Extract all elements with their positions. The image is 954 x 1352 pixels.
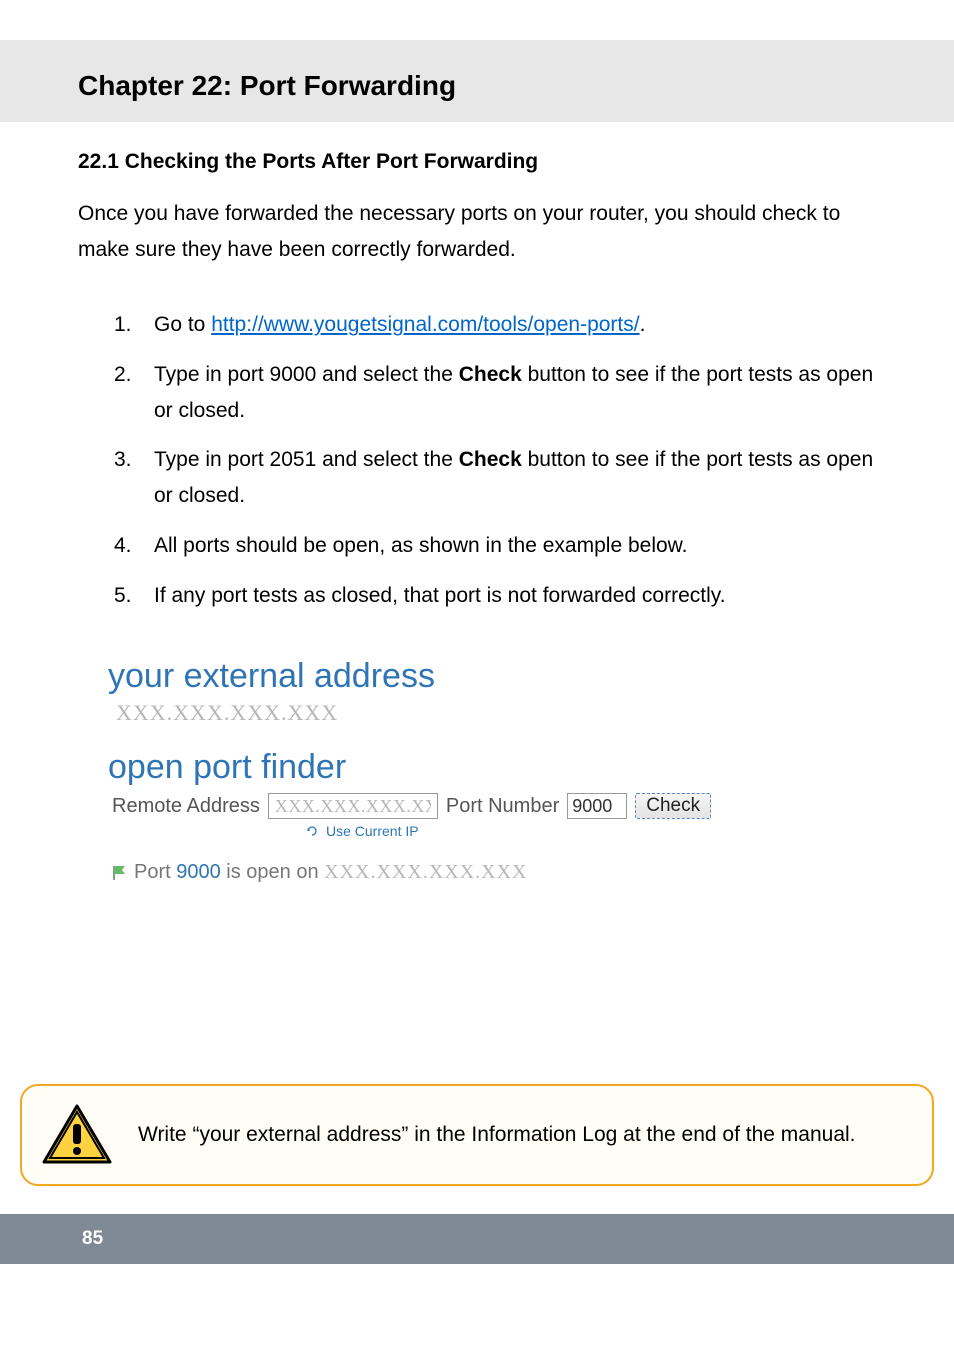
use-current-ip-label: Use Current IP <box>326 823 419 839</box>
warning-text: Write “your external address” in the Inf… <box>138 1117 856 1153</box>
port-checker-screenshot: your external address XXX.XXX.XXX.XXX op… <box>0 627 954 884</box>
section-intro: Once you have forwarded the necessary po… <box>78 196 876 267</box>
step-number: 3. <box>114 442 154 513</box>
step-2: 2. Type in port 9000 and select the Chec… <box>114 357 876 428</box>
step-text: . <box>640 313 646 336</box>
port-result-line: Port 9000 is open on XXX.XXX.XXX.XXX <box>110 861 876 884</box>
step-5: 5. If any port tests as closed, that por… <box>114 578 876 614</box>
step-4: 4. All ports should be open, as shown in… <box>114 528 876 564</box>
page-number: 85 <box>82 1228 103 1249</box>
chapter-header: Chapter 22: Port Forwarding <box>0 40 954 122</box>
refresh-icon <box>306 825 322 837</box>
step-text-bold: Check <box>459 363 522 386</box>
external-address-value: XXX.XXX.XXX.XXX <box>116 700 876 726</box>
step-1: 1. Go to http://www.yougetsignal.com/too… <box>114 307 876 343</box>
remote-address-input[interactable] <box>268 793 438 819</box>
port-number-input[interactable] <box>567 793 627 819</box>
steps-list: 1. Go to http://www.yougetsignal.com/too… <box>78 307 876 613</box>
warning-callout: Write “your external address” in the Inf… <box>20 1084 934 1186</box>
result-text: is open on <box>221 861 324 883</box>
open-ports-link[interactable]: http://www.yougetsignal.com/tools/open-p… <box>211 313 639 336</box>
step-text: If any port tests as closed, that port i… <box>154 578 876 614</box>
step-text: Type in port 2051 and select the <box>154 448 459 471</box>
step-number: 1. <box>114 307 154 343</box>
step-text: Type in port 9000 and select the <box>154 363 459 386</box>
step-text: Go to <box>154 313 211 336</box>
step-text-bold: Check <box>459 448 522 471</box>
check-button[interactable]: Check <box>635 793 711 819</box>
remote-address-label: Remote Address <box>112 795 260 818</box>
result-port-number: 9000 <box>176 861 221 883</box>
warning-icon <box>42 1104 112 1166</box>
step-number: 2. <box>114 357 154 428</box>
result-ip: XXX.XXX.XXX.XXX <box>324 861 527 883</box>
step-text: All ports should be open, as shown in th… <box>154 528 876 564</box>
step-3: 3. Type in port 2051 and select the Chec… <box>114 442 876 513</box>
step-number: 4. <box>114 528 154 564</box>
external-address-heading: your external address <box>108 657 876 696</box>
port-finder-form: Remote Address Port Number Check <box>112 793 876 819</box>
result-text: Port <box>134 861 176 883</box>
chapter-title: Chapter 22: Port Forwarding <box>78 70 954 102</box>
flag-icon <box>110 864 128 882</box>
port-number-label: Port Number <box>446 795 559 818</box>
use-current-ip-link[interactable]: Use Current IP <box>306 823 876 839</box>
section-title: 22.1 Checking the Ports After Port Forwa… <box>78 150 876 174</box>
step-number: 5. <box>114 578 154 614</box>
page-footer: 85 <box>0 1214 954 1264</box>
open-port-finder-heading: open port finder <box>108 748 876 787</box>
